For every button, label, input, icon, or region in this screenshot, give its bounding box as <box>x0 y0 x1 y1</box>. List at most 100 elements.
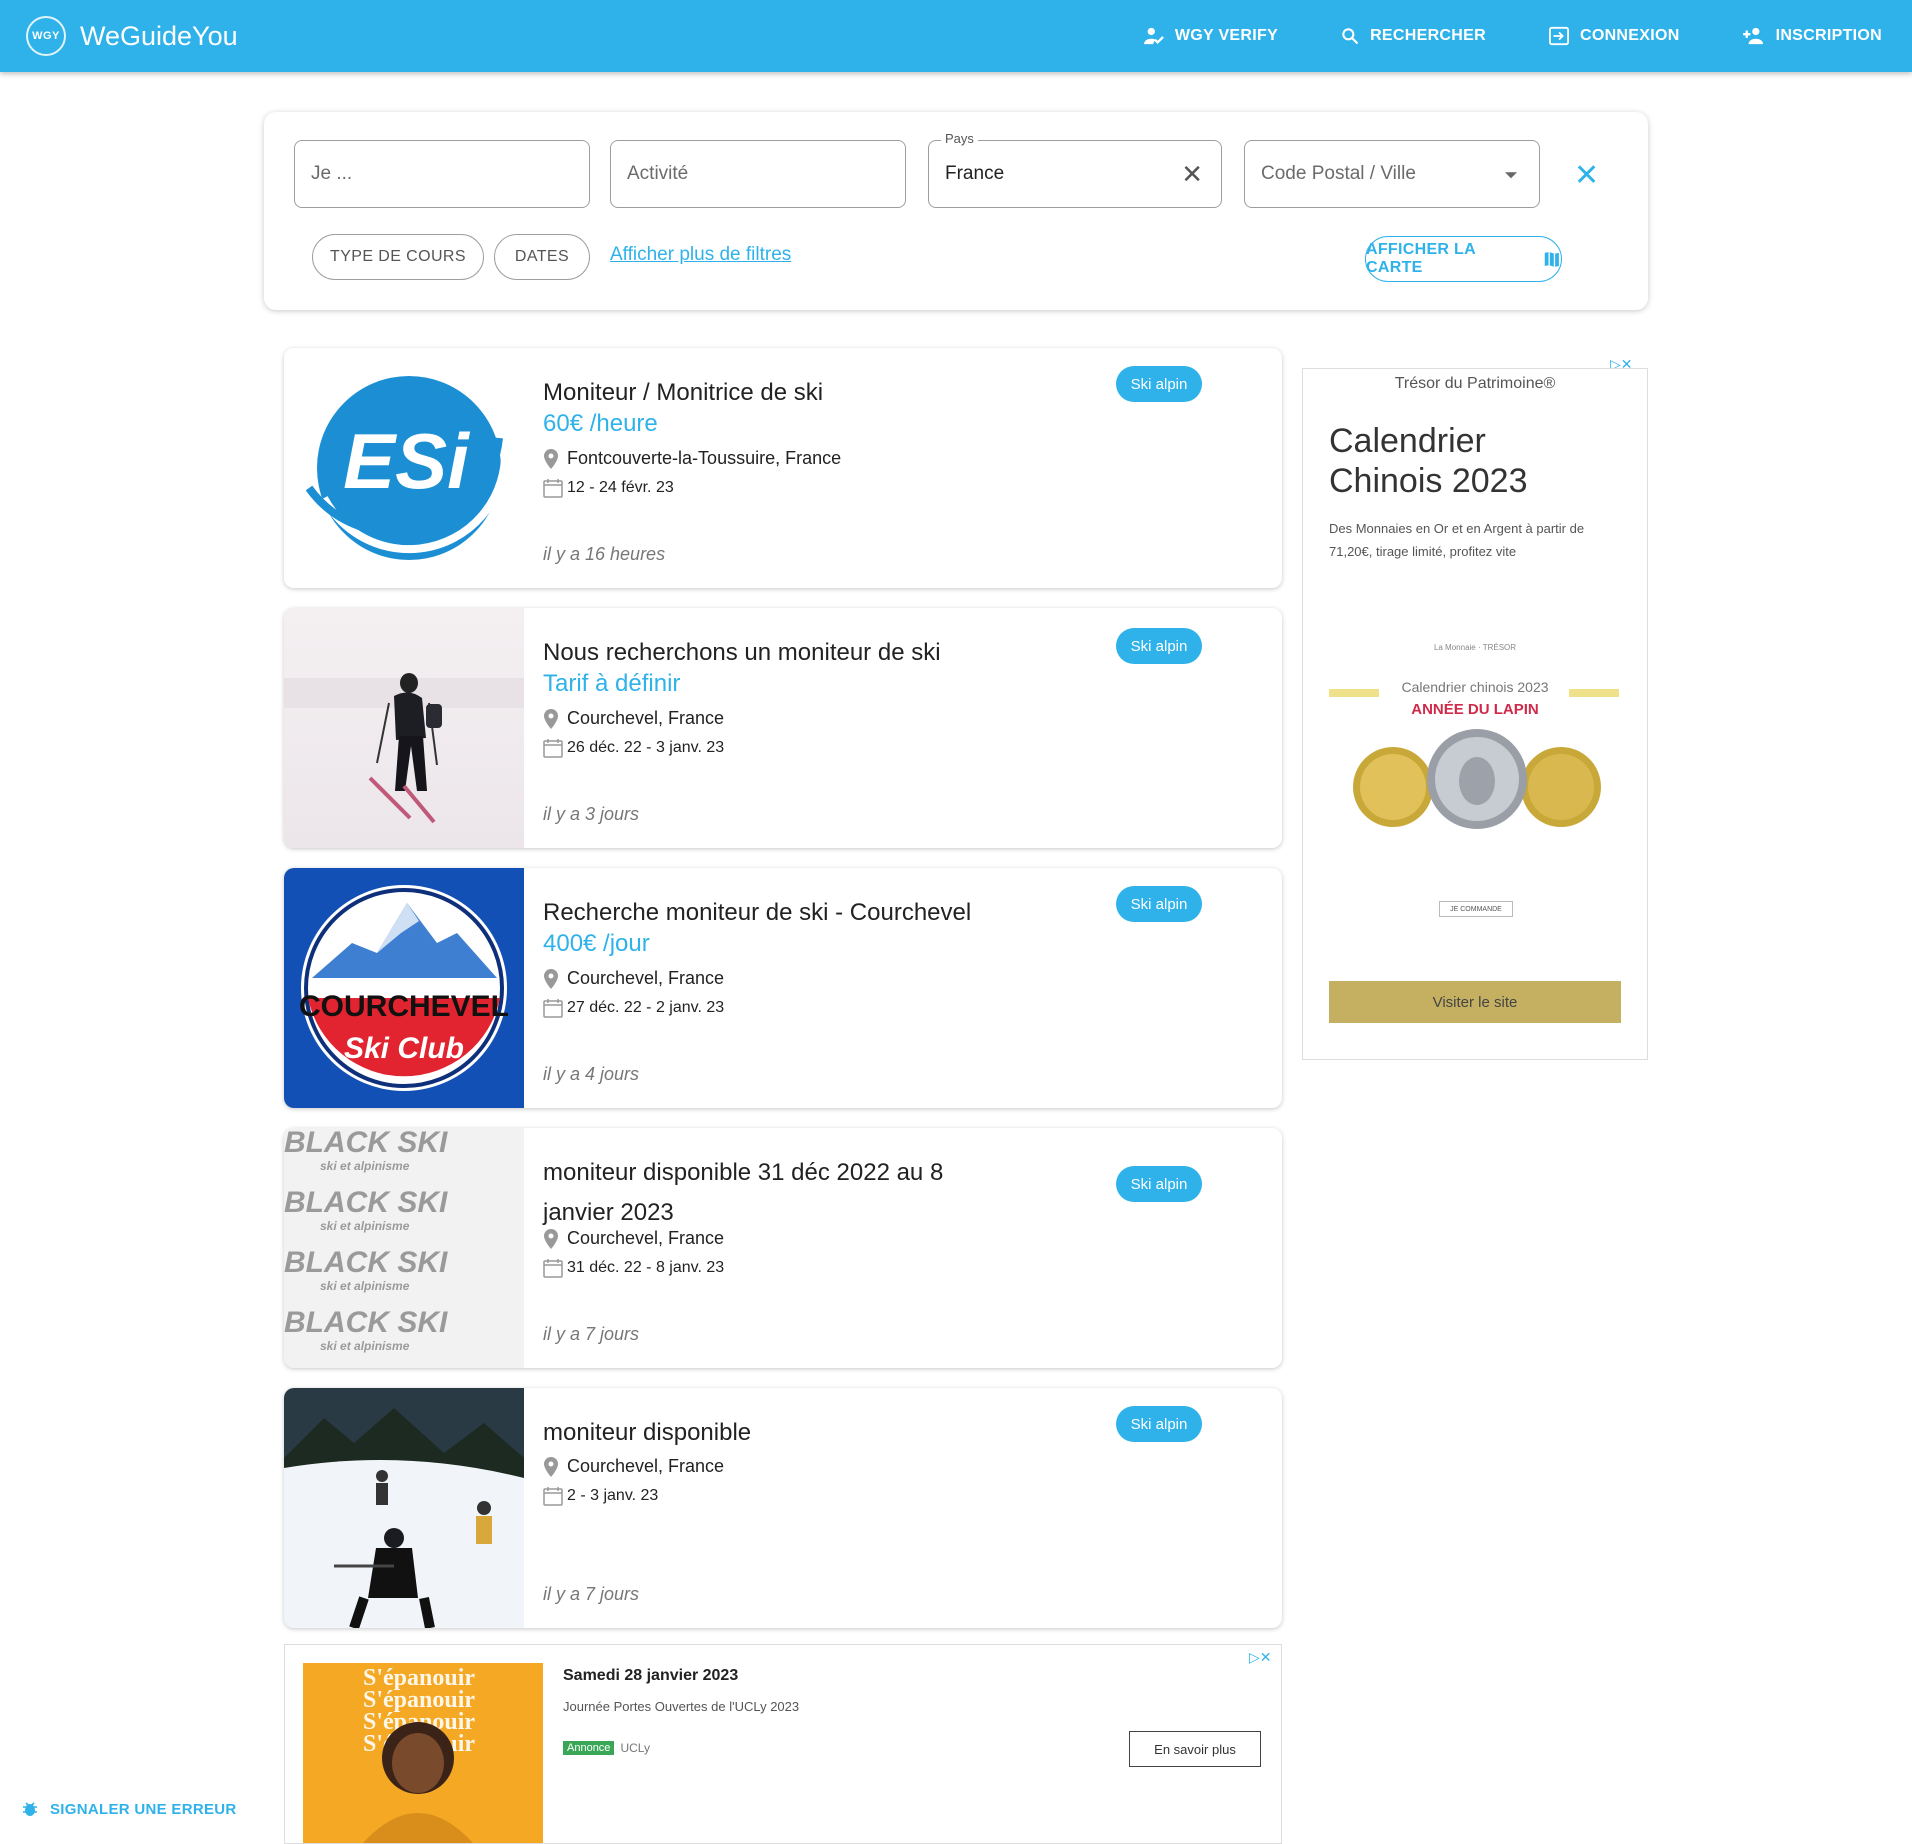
show-map-button[interactable]: AFFICHER LA CARTE <box>1365 236 1562 282</box>
activity-badge: Ski alpin <box>1116 886 1202 922</box>
listing-price: 60€ /heure <box>543 410 658 437</box>
nav-inscription[interactable]: INSCRIPTION <box>1742 26 1882 46</box>
listing-title[interactable]: Moniteur / Monitrice de ski <box>543 373 983 413</box>
chip-dates[interactable]: DATES <box>494 234 590 280</box>
ville-field[interactable] <box>1244 140 1540 208</box>
listing-dates: 2 - 3 janv. 23 <box>543 1486 658 1506</box>
activite-input[interactable] <box>627 163 905 185</box>
listing-location: Fontcouverte-la-Toussuire, France <box>543 448 841 469</box>
show-map-label: AFFICHER LA CARTE <box>1366 241 1476 276</box>
nav-label: INSCRIPTION <box>1775 27 1882 44</box>
brand-logo[interactable]: WGY <box>26 16 66 56</box>
pays-field[interactable]: Pays ✕ <box>928 131 1222 208</box>
listing-posted-ago: il y a 7 jours <box>543 1324 640 1344</box>
ad-description: Des Monnaies en Or et en Argent à partir… <box>1329 521 1585 559</box>
nav-wgy-verify[interactable]: WGY VERIFY <box>1143 26 1278 46</box>
main-nav: WGY VERIFY RECHERCHER CONNEXION INSCRIPT… <box>1143 0 1882 72</box>
black-ski-tagline: ski et alpinisme <box>320 1219 410 1233</box>
pays-input[interactable] <box>945 163 1221 185</box>
ski-group-photo <box>284 1388 524 1628</box>
listing-title[interactable]: moniteur disponible <box>543 1413 983 1453</box>
activity-badge: Ski alpin <box>1116 1166 1202 1202</box>
dropdown-caret-icon[interactable] <box>1505 172 1517 179</box>
listing-title[interactable]: moniteur disponible 31 déc 2022 au 8 jan… <box>543 1153 983 1233</box>
ad-bottom-sponsor: Annonce UCLy <box>563 1741 650 1755</box>
ad-bottom-image: S'épanouir S'épanouir S'épanouir S'épano… <box>303 1663 543 1843</box>
location-pin-icon <box>544 1456 558 1477</box>
ad-title-line1: Calendrier <box>1329 422 1486 460</box>
activity-badge: Ski alpin <box>1116 628 1202 664</box>
ad-learn-more-button[interactable]: En savoir plus <box>1129 1731 1261 1767</box>
location-pin-icon <box>544 708 558 729</box>
je-input[interactable] <box>311 163 589 185</box>
location-pin-icon <box>544 1228 558 1249</box>
listing-title[interactable]: Nous recherchons un moniteur de ski <box>543 633 983 673</box>
ad-brand: Trésor du Patrimoine® <box>1394 375 1556 392</box>
calendar-icon <box>543 739 563 758</box>
clear-all-close-icon[interactable]: ✕ <box>1574 158 1599 193</box>
listing-location: Courchevel, France <box>543 708 724 729</box>
report-error-button[interactable]: SIGNALER UNE ERREUR <box>22 1800 237 1818</box>
brand[interactable]: WGY WeGuideYou <box>26 16 238 56</box>
ad-right[interactable]: Trésor du Patrimoine® Calendrier Chinois… <box>1302 368 1648 1060</box>
ad-tiny-logo: La Monnaie · TRÉSOR <box>1433 643 1517 652</box>
nav-label: WGY VERIFY <box>1174 27 1279 44</box>
black-ski-logo: BLACK SKI ski et alpinisme BLACK SKI ski… <box>284 1128 524 1368</box>
black-ski-logo-text: BLACK SKI <box>284 1186 448 1219</box>
activite-field[interactable] <box>610 140 906 208</box>
coins-image <box>1353 729 1601 829</box>
listing-posted-ago: il y a 4 jours <box>543 1064 640 1084</box>
listing-card[interactable]: COURCHEVEL Ski Club Recherche moniteur d… <box>284 868 1282 1108</box>
je-field[interactable] <box>294 140 590 208</box>
ville-input[interactable] <box>1261 163 1539 185</box>
black-ski-tagline: ski et alpinisme <box>320 1279 410 1293</box>
listing-dates-text: 26 déc. 22 - 3 janv. 23 <box>567 739 725 756</box>
listing-dates-text: 31 déc. 22 - 8 janv. 23 <box>567 1259 725 1276</box>
listing-location: Courchevel, France <box>543 1456 724 1477</box>
listing-dates: 31 déc. 22 - 8 janv. 23 <box>543 1258 724 1278</box>
listing-title[interactable]: Recherche moniteur de ski - Courchevel <box>543 893 983 933</box>
nav-label: RECHERCHER <box>1370 27 1486 44</box>
ad-bottom-subtitle: Journée Portes Ouvertes de l'UCLy 2023 <box>563 1699 800 1714</box>
brand-name[interactable]: WeGuideYou <box>80 21 238 52</box>
esi-logo-text: ESi <box>343 417 470 505</box>
black-ski-tagline: ski et alpinisme <box>320 1159 410 1173</box>
listing-posted-ago: il y a 16 heures <box>543 544 666 564</box>
activity-badge: Ski alpin <box>1116 366 1202 402</box>
location-pin-icon <box>544 968 558 989</box>
ad-band-text: Calendrier chinois 2023 <box>1401 679 1549 695</box>
nav-rechercher[interactable]: RECHERCHER <box>1340 26 1486 46</box>
nav-label: CONNEXION <box>1579 27 1680 44</box>
calendar-icon <box>543 479 563 498</box>
listing-card[interactable]: moniteur disponible Courchevel, France 2… <box>284 1388 1282 1628</box>
bug-icon <box>23 1802 37 1816</box>
verified-user-icon <box>1143 27 1164 45</box>
ad-title: Calendrier Chinois 2023 <box>1329 421 1527 501</box>
listing-dates: 12 - 24 févr. 23 <box>543 478 674 498</box>
listing-dates-text: 2 - 3 janv. 23 <box>567 1487 659 1504</box>
listing-card[interactable]: Nous recherchons un moniteur de ski Tari… <box>284 608 1282 848</box>
ad-visit-button[interactable]: Visiter le site <box>1329 981 1621 1023</box>
calendar-icon <box>543 999 563 1018</box>
listing-posted-ago: il y a 3 jours <box>543 804 640 824</box>
adchoices-icon[interactable]: ▷✕ <box>1249 1649 1272 1666</box>
skier-photo <box>284 608 524 848</box>
ad-bottom[interactable]: ▷✕ S'épanouir S'épanouir S'épanouir S'ép… <box>284 1644 1282 1844</box>
listing-dates: 26 déc. 22 - 3 janv. 23 <box>543 738 724 758</box>
ad-advertiser: UCLy <box>620 1741 650 1755</box>
listing-card[interactable]: ESi Moniteur / Monitrice de ski 60€ /heu… <box>284 348 1282 588</box>
top-nav-bar: WGY WeGuideYou WGY VERIFY RECHERCHER CON… <box>0 0 1912 72</box>
listing-card[interactable]: BLACK SKI ski et alpinisme BLACK SKI ski… <box>284 1128 1282 1368</box>
chip-type-de-cours[interactable]: TYPE DE COURS <box>312 234 484 280</box>
activity-badge: Ski alpin <box>1116 1406 1202 1442</box>
esi-logo: ESi <box>284 348 524 588</box>
more-filters-link[interactable]: Afficher plus de filtres <box>610 244 791 266</box>
clear-pays-icon[interactable]: ✕ <box>1181 161 1203 187</box>
person-add-icon <box>1742 27 1763 45</box>
listing-location-text: Courchevel, France <box>567 1456 725 1476</box>
ad-order-button[interactable]: JE COMMANDE <box>1439 901 1513 917</box>
listing-price: Tarif à définir <box>543 670 681 697</box>
listing-location: Courchevel, France <box>543 1228 724 1249</box>
listing-posted-ago: il y a 7 jours <box>543 1584 640 1604</box>
nav-connexion[interactable]: CONNEXION <box>1548 26 1680 46</box>
